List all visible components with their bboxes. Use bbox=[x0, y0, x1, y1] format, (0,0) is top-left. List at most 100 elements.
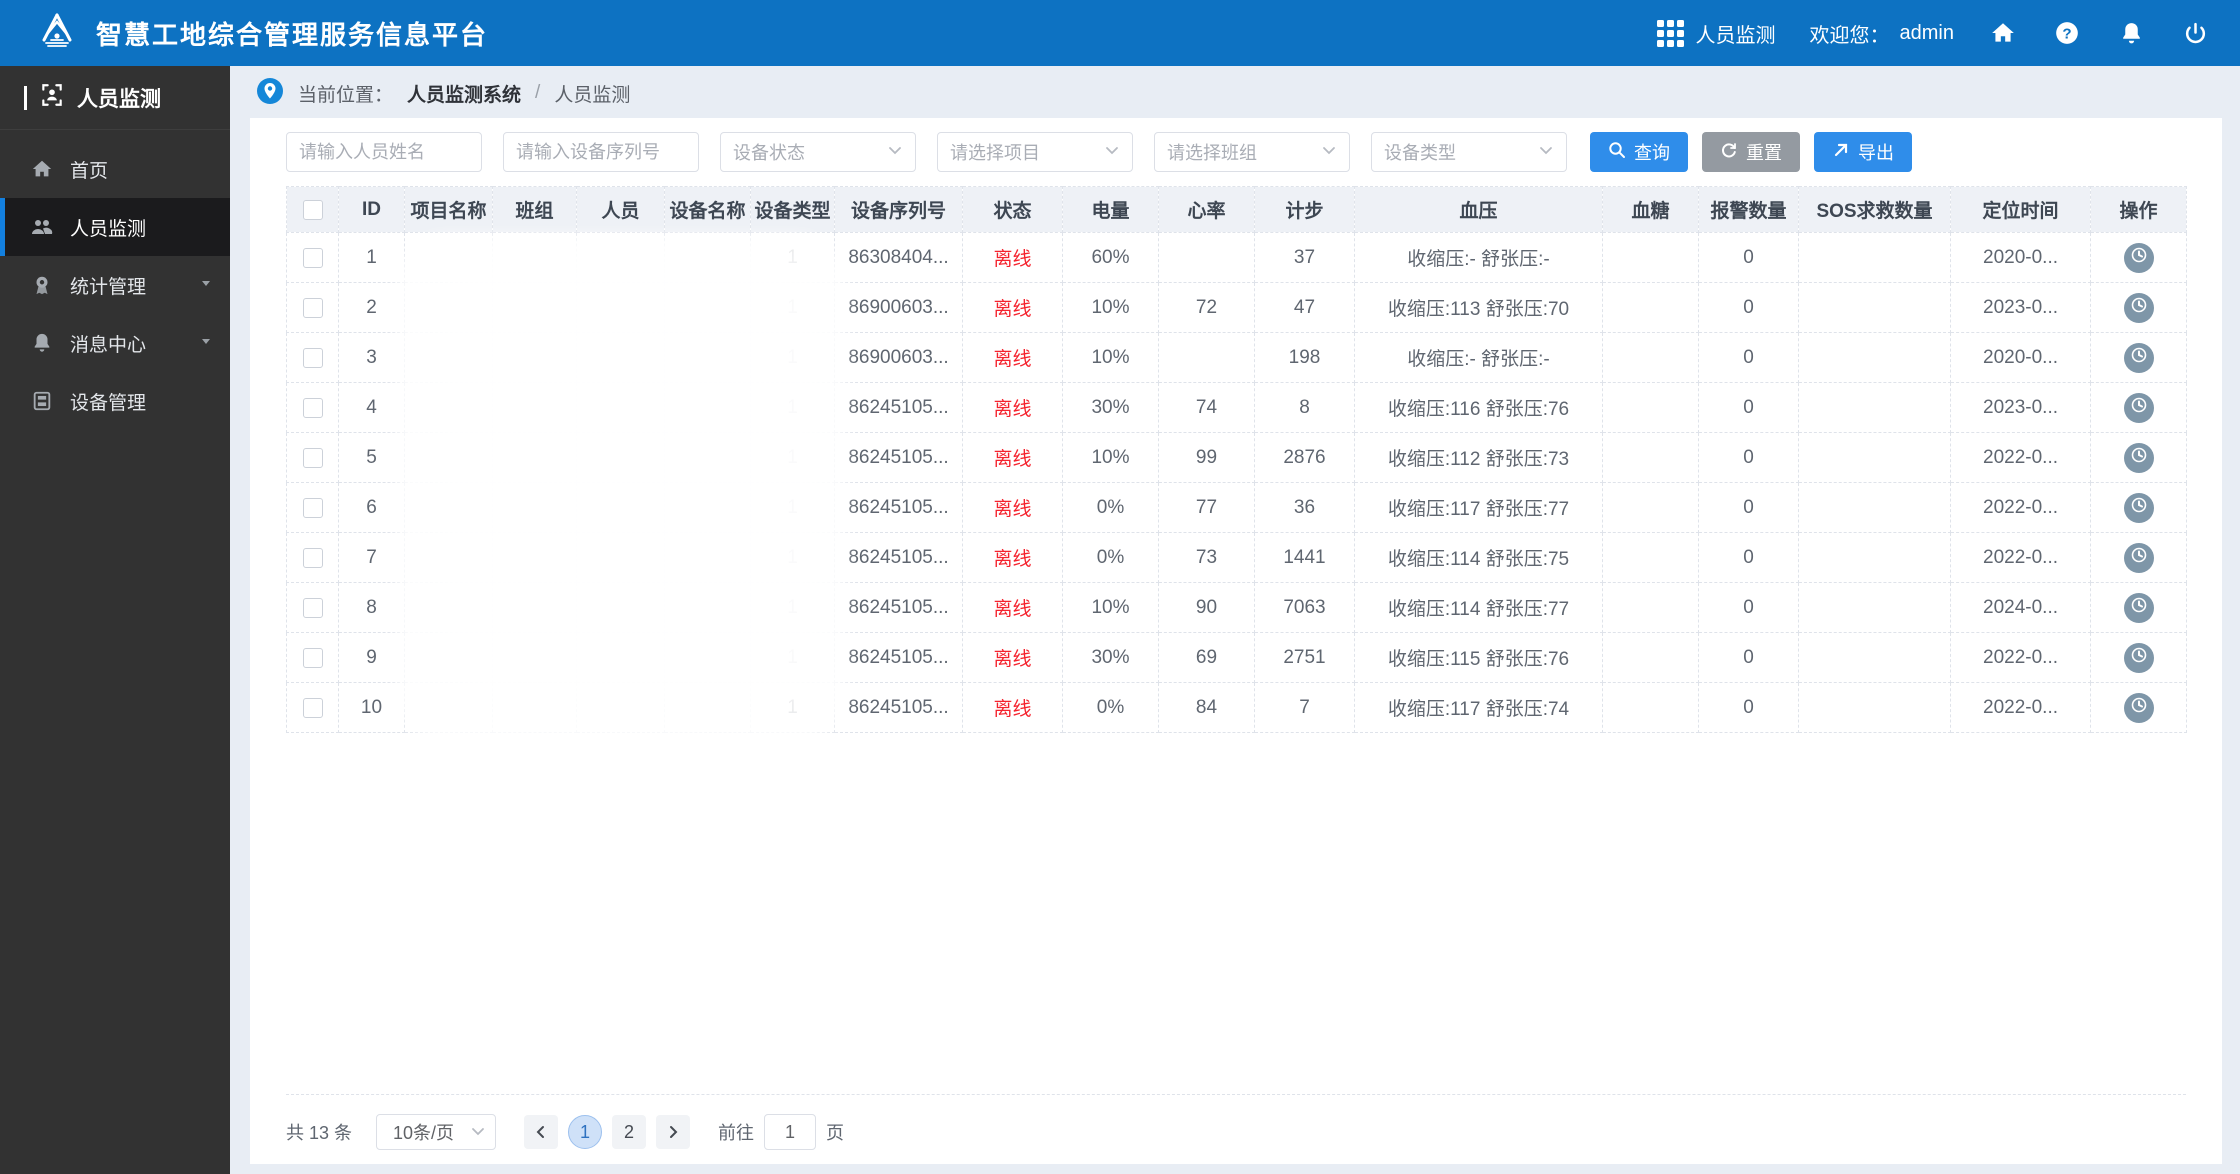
row-checkbox[interactable] bbox=[303, 498, 323, 518]
cell-alarms: 0 bbox=[1699, 283, 1799, 333]
notifications-bell-icon[interactable] bbox=[2116, 18, 2146, 48]
cell-alarms: 0 bbox=[1699, 233, 1799, 283]
row-checkbox[interactable] bbox=[303, 448, 323, 468]
cell-device_type: 1 bbox=[751, 233, 835, 283]
cell-serial: 86245105... bbox=[835, 583, 963, 633]
cell-status: 离线 bbox=[963, 333, 1063, 383]
sidebar-item-2[interactable]: 人员监测 bbox=[0, 198, 230, 256]
cell-id: 9 bbox=[339, 633, 405, 683]
goto-page-input[interactable]: 1 bbox=[764, 1114, 816, 1150]
cell-status: 离线 bbox=[963, 583, 1063, 633]
row-checkbox[interactable] bbox=[303, 648, 323, 668]
cell-device_name bbox=[665, 333, 751, 383]
row-checkbox[interactable] bbox=[303, 698, 323, 718]
home-icon[interactable] bbox=[1988, 18, 2018, 48]
sidebar-item-1[interactable]: 首页 bbox=[0, 140, 230, 198]
help-icon[interactable]: ? bbox=[2052, 18, 2082, 48]
person-name-input-field[interactable] bbox=[299, 142, 469, 163]
query-button[interactable]: 查询 bbox=[1590, 132, 1688, 172]
cell-sos bbox=[1799, 233, 1951, 283]
cell-select bbox=[287, 333, 339, 383]
cell-action bbox=[2091, 533, 2187, 583]
medal-icon bbox=[30, 274, 54, 296]
power-icon[interactable] bbox=[2180, 18, 2210, 48]
history-clock-button[interactable] bbox=[2124, 393, 2154, 423]
cell-device_type: 1 bbox=[751, 533, 835, 583]
cell-blood_pressure: 收缩压:116 舒张压:76 bbox=[1355, 383, 1603, 433]
device-type-select[interactable]: 设备类型 bbox=[1371, 132, 1567, 172]
cell-person bbox=[577, 583, 665, 633]
chevron-down-icon bbox=[1538, 142, 1554, 163]
history-clock-button[interactable] bbox=[2124, 693, 2154, 723]
row-checkbox[interactable] bbox=[303, 298, 323, 318]
column-header-device_name: 设备名称 bbox=[665, 187, 751, 233]
history-clock-button[interactable] bbox=[2124, 543, 2154, 573]
cell-action bbox=[2091, 233, 2187, 283]
history-clock-button[interactable] bbox=[2124, 243, 2154, 273]
person-name-input[interactable] bbox=[286, 132, 482, 172]
sidebar-item-5[interactable]: 设备管理 bbox=[0, 372, 230, 430]
breadcrumb-label: 当前位置： bbox=[298, 80, 393, 107]
row-checkbox[interactable] bbox=[303, 348, 323, 368]
cell-steps: 2751 bbox=[1255, 633, 1355, 683]
cell-located_at: 2020-0... bbox=[1951, 233, 2091, 283]
cell-sos bbox=[1799, 383, 1951, 433]
sidebar-item-3[interactable]: 统计管理 bbox=[0, 256, 230, 314]
device-serial-input[interactable] bbox=[503, 132, 699, 172]
users-icon bbox=[30, 215, 54, 239]
page-number-1[interactable]: 1 bbox=[568, 1115, 602, 1149]
home-icon bbox=[30, 158, 54, 180]
cell-serial: 86245105... bbox=[835, 383, 963, 433]
history-clock-button[interactable] bbox=[2124, 493, 2154, 523]
row-checkbox[interactable] bbox=[303, 548, 323, 568]
device-serial-input-field[interactable] bbox=[516, 142, 686, 163]
history-clock-button[interactable] bbox=[2124, 643, 2154, 673]
cell-heart_rate: 69 bbox=[1159, 633, 1255, 683]
table-row: 2186900603...离线10%7247收缩压:113 舒张压:700202… bbox=[287, 283, 2187, 333]
brand-logo-icon bbox=[36, 10, 78, 57]
reset-button[interactable]: 重置 bbox=[1702, 132, 1800, 172]
cell-action bbox=[2091, 383, 2187, 433]
sidebar-header-bar bbox=[24, 86, 27, 110]
select-all-checkbox[interactable] bbox=[303, 200, 323, 220]
row-checkbox[interactable] bbox=[303, 598, 323, 618]
row-checkbox[interactable] bbox=[303, 398, 323, 418]
cell-person bbox=[577, 633, 665, 683]
history-clock-button[interactable] bbox=[2124, 443, 2154, 473]
username: admin bbox=[1900, 22, 1954, 45]
team-select[interactable]: 请选择班组 bbox=[1154, 132, 1350, 172]
next-page-button[interactable] bbox=[656, 1115, 690, 1149]
device-status-select[interactable]: 设备状态 bbox=[720, 132, 916, 172]
page-size-select[interactable]: 10条/页 bbox=[376, 1114, 496, 1150]
cell-blood_sugar bbox=[1603, 683, 1699, 733]
sidebar-item-label: 首页 bbox=[70, 156, 212, 183]
history-clock-button[interactable] bbox=[2124, 293, 2154, 323]
export-button[interactable]: 导出 bbox=[1814, 132, 1912, 172]
cell-status: 离线 bbox=[963, 233, 1063, 283]
column-header-located_at: 定位时间 bbox=[1951, 187, 2091, 233]
cell-steps: 36 bbox=[1255, 483, 1355, 533]
project-select[interactable]: 请选择项目 bbox=[937, 132, 1133, 172]
column-header-status: 状态 bbox=[963, 187, 1063, 233]
prev-page-button[interactable] bbox=[524, 1115, 558, 1149]
column-header-alarms: 报警数量 bbox=[1699, 187, 1799, 233]
clock-icon bbox=[2130, 696, 2148, 720]
cell-person bbox=[577, 283, 665, 333]
cell-select bbox=[287, 483, 339, 533]
chevron-down-icon bbox=[1104, 142, 1120, 163]
cell-sos bbox=[1799, 483, 1951, 533]
cell-device_type: 1 bbox=[751, 583, 835, 633]
page-number-2[interactable]: 2 bbox=[612, 1115, 646, 1149]
clock-icon bbox=[2130, 296, 2148, 320]
breadcrumb-root[interactable]: 人员监测系统 bbox=[407, 80, 521, 107]
sidebar-item-4[interactable]: 消息中心 bbox=[0, 314, 230, 372]
cell-device_name bbox=[665, 383, 751, 433]
total-count: 共 13 条 bbox=[286, 1119, 352, 1145]
history-clock-button[interactable] bbox=[2124, 593, 2154, 623]
cell-project bbox=[405, 233, 493, 283]
module-switcher[interactable]: 人员监测 bbox=[1657, 19, 1776, 48]
cell-select bbox=[287, 683, 339, 733]
history-clock-button[interactable] bbox=[2124, 343, 2154, 373]
refresh-icon bbox=[1720, 141, 1738, 164]
row-checkbox[interactable] bbox=[303, 248, 323, 268]
